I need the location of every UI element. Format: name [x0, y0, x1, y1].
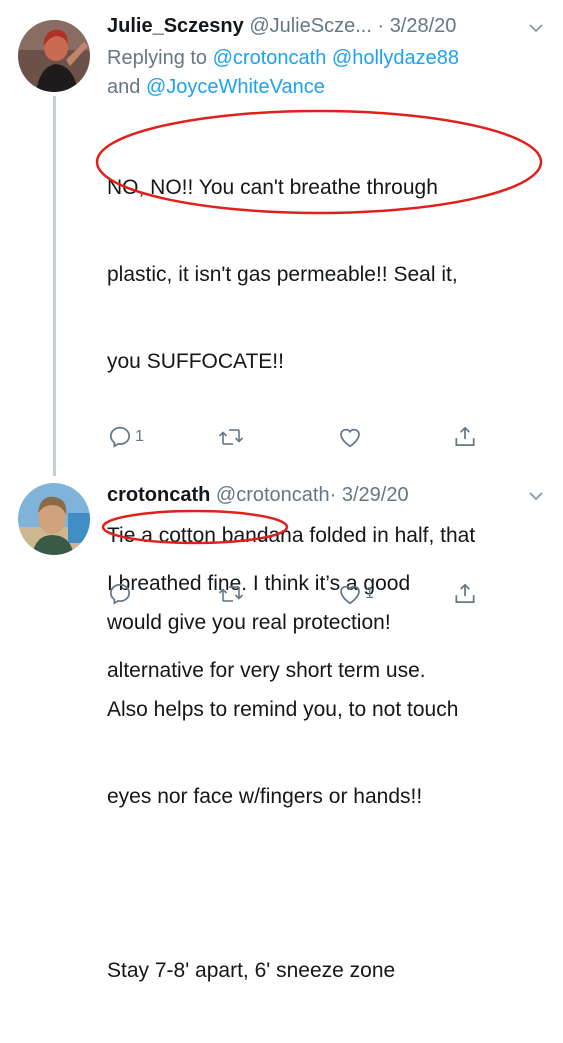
text-line: eyes nor face w/fingers or hands!! [107, 785, 423, 808]
tweet-date[interactable]: 3/29/20 [342, 484, 409, 506]
like-icon [340, 585, 360, 605]
tweet-crotoncath[interactable]: crotoncath @crotoncath· 3/29/20 I breath… [0, 470, 563, 682]
avatar-julie[interactable] [18, 20, 90, 92]
like-button[interactable] [337, 424, 365, 450]
tweet-date[interactable]: 3/28/20 [390, 15, 457, 37]
text-line: NO, NO!! You can't breathe through [107, 176, 438, 199]
reply-icon [109, 426, 131, 448]
mention-link[interactable]: @JoyceWhiteVance [146, 76, 325, 98]
separator-dot: · [377, 15, 385, 37]
reply-button[interactable] [107, 581, 135, 607]
share-icon [455, 583, 475, 603]
avatar-julie-image [18, 20, 90, 92]
text-line: Stay 7-8' apart, 6' sneeze zone [107, 959, 396, 982]
chevron-down-icon[interactable] [529, 491, 543, 501]
replying-and: and [107, 76, 146, 98]
thread-connector [53, 96, 56, 476]
chevron-down-icon[interactable] [529, 23, 543, 33]
reply-icon [109, 583, 131, 605]
user-handle[interactable]: @JulieScze... [249, 15, 372, 37]
share-button[interactable] [452, 424, 478, 450]
tweet-julie[interactable]: Julie_Sczesny @JulieScze... · 3/28/20 Re… [0, 0, 563, 982]
share-button[interactable] [452, 581, 478, 607]
display-name[interactable]: crotoncath [107, 484, 210, 506]
display-name[interactable]: Julie_Sczesny [107, 15, 244, 37]
like-icon [340, 428, 360, 448]
tweet-header: crotoncath @crotoncath· 3/29/20 [107, 483, 409, 507]
text-line: plastic, it isn't gas permeable!! Seal i… [107, 263, 458, 286]
replying-to: Replying to @crotoncath @hollydaze88 and… [107, 44, 547, 102]
avatar-crotoncath-image [18, 483, 90, 555]
separator-dot: · [329, 484, 337, 506]
like-count: 1 [365, 585, 374, 602]
reply-button[interactable]: 1 [107, 424, 144, 450]
retweet-button[interactable] [217, 581, 245, 607]
replying-prefix: Replying to [107, 47, 213, 69]
tweet-text: I breathed fine. I think it’s a good alt… [107, 511, 426, 743]
text-line [107, 869, 475, 898]
tweet-actions: 1 [107, 424, 487, 450]
text-line: alternative for very short term use. [107, 659, 426, 682]
like-button[interactable]: 1 [337, 581, 374, 607]
user-handle[interactable]: @crotoncath [216, 484, 330, 506]
avatar-crotoncath[interactable] [18, 483, 90, 555]
tweet-header: Julie_Sczesny @JulieScze... · 3/28/20 [107, 14, 456, 38]
mention-link[interactable]: @crotoncath [213, 47, 327, 69]
text-line: you SUFFOCATE!! [107, 350, 284, 373]
retweet-icon [218, 586, 244, 602]
tweet-actions: 1 [107, 581, 487, 607]
mention-link[interactable]: @hollydaze88 [332, 47, 459, 69]
share-icon [455, 426, 475, 446]
retweet-icon [218, 429, 244, 445]
reply-count: 1 [135, 428, 144, 445]
retweet-button[interactable] [217, 424, 245, 450]
